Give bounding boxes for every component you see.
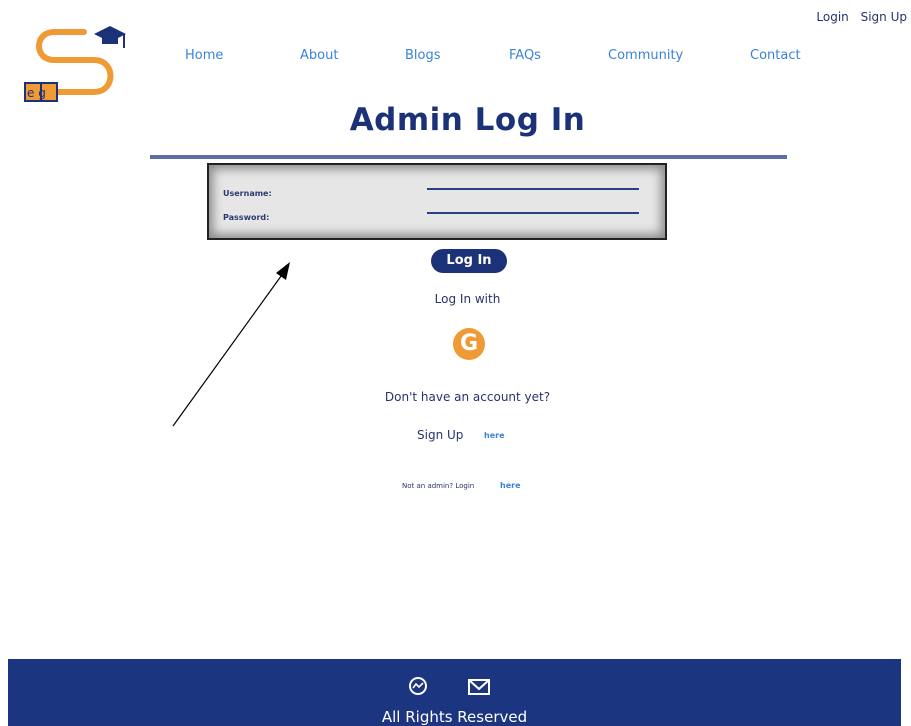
login-form: Username: Password: <box>207 163 667 240</box>
footer-text: All Rights Reserved <box>381 708 528 726</box>
nav-home[interactable]: Home <box>185 48 223 63</box>
top-links: Login Sign Up <box>808 10 907 24</box>
nav-about[interactable]: About <box>300 48 338 63</box>
title-divider <box>150 155 787 159</box>
signup-label: Sign Up <box>417 428 464 442</box>
page-title: Admin Log In <box>349 102 586 138</box>
not-admin-here-link[interactable]: here <box>500 481 521 490</box>
no-account-text: Don't have an account yet? <box>384 390 551 404</box>
password-field[interactable] <box>427 212 639 214</box>
password-label: Password: <box>223 213 270 222</box>
mail-icon[interactable] <box>467 678 491 696</box>
login-button[interactable]: Log In <box>431 249 507 273</box>
logo-letters: e g <box>27 86 46 100</box>
nav-contact[interactable]: Contact <box>750 48 801 63</box>
username-field[interactable] <box>427 188 639 190</box>
top-signup-link[interactable]: Sign Up <box>861 10 907 24</box>
graduation-cap-icon <box>94 26 126 48</box>
site-logo[interactable]: e g <box>24 24 132 104</box>
nav-community[interactable]: Community <box>608 48 683 63</box>
top-login-link[interactable]: Login <box>816 10 848 24</box>
google-icon[interactable]: G <box>453 328 485 360</box>
login-with-text: Log In with <box>434 292 501 306</box>
annotation-arrow <box>172 262 290 427</box>
messenger-icon[interactable] <box>406 676 430 696</box>
nav-blogs[interactable]: Blogs <box>405 48 441 63</box>
signup-here-link[interactable]: here <box>484 431 505 440</box>
nav-faqs[interactable]: FAQs <box>509 48 541 63</box>
username-label: Username: <box>223 189 272 198</box>
not-admin-text: Not an admin? Login <box>402 482 475 490</box>
